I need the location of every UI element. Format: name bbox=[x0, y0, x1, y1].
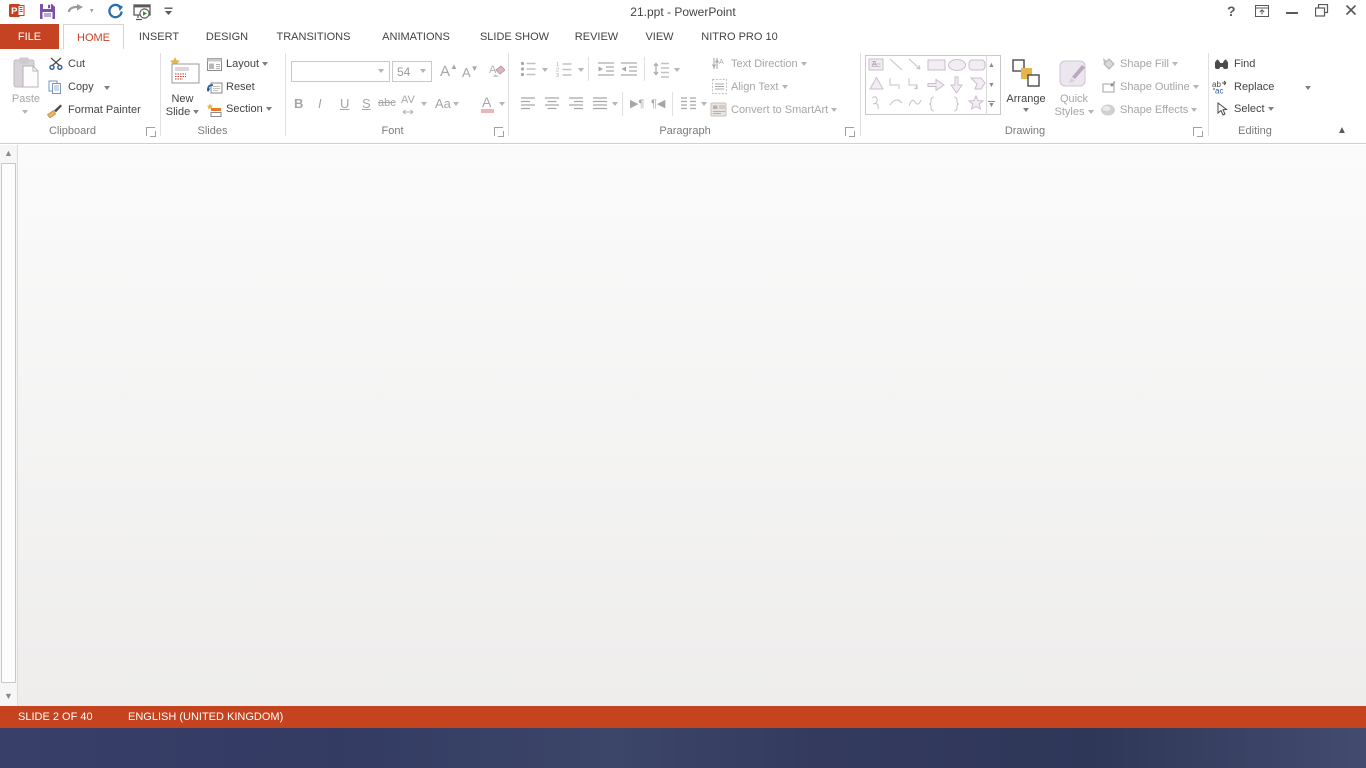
svg-text:ac: ac bbox=[1215, 87, 1223, 95]
svg-text:A: A bbox=[872, 61, 877, 68]
svg-text:P: P bbox=[11, 6, 18, 17]
svg-text:A: A bbox=[719, 59, 724, 66]
svg-text:3: 3 bbox=[556, 73, 559, 77]
